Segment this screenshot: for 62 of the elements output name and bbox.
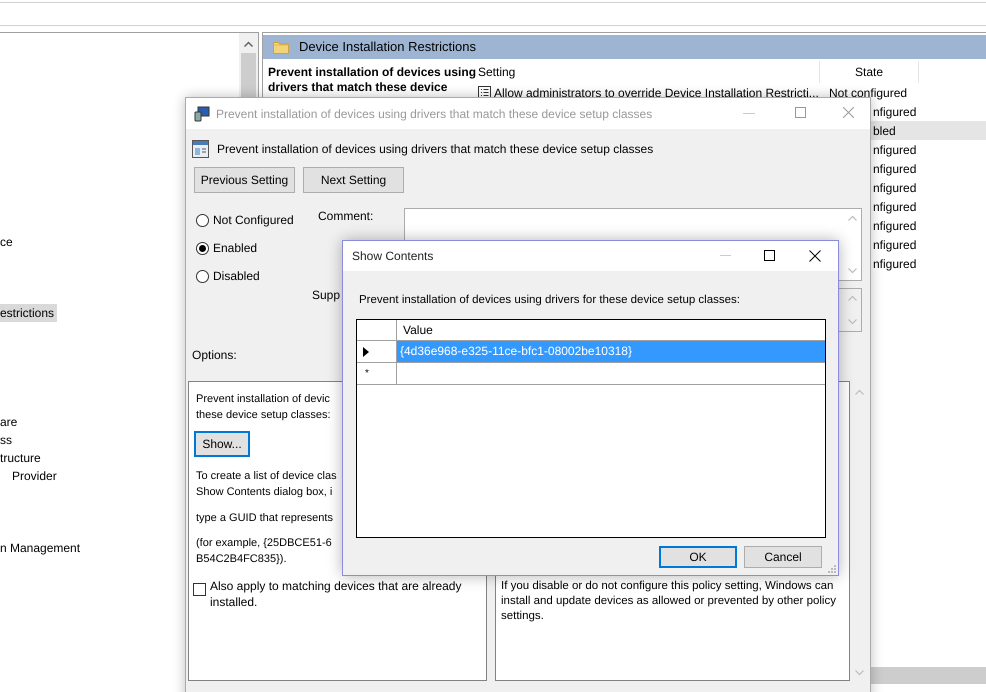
tree-item[interactable]: tructure: [0, 449, 41, 467]
option-text: type a GUID that represents: [196, 511, 333, 526]
state-text: nfigured: [873, 236, 916, 254]
state-text: bled: [873, 122, 896, 140]
dialog-button[interactable]: OK: [659, 546, 737, 568]
nav-button[interactable]: Previous Setting: [194, 167, 295, 193]
scrollbar-thumb[interactable]: [871, 667, 986, 684]
close-icon[interactable]: [809, 250, 821, 262]
tree-item[interactable]: n Management: [0, 539, 80, 557]
radio-button[interactable]: [196, 270, 209, 282]
setting-name: Allow administrators to override Device Installation Restricti...: [494, 84, 819, 102]
section-label: Options:: [192, 347, 237, 364]
field-label: Comment:: [318, 208, 374, 225]
tree-item[interactable]: ce: [0, 233, 13, 251]
dialog-heading: Prevent installation of devices using drivers that match these device setup classes: [217, 141, 654, 158]
maximize-icon[interactable]: [764, 250, 775, 261]
state-text: nfigured: [873, 198, 916, 216]
state-text: nfigured: [873, 104, 916, 120]
folder-icon: [273, 40, 289, 54]
radio-label: Enabled: [213, 240, 258, 257]
chevron-down-icon[interactable]: [848, 268, 857, 274]
description-text: drivers that match these device: [268, 80, 448, 95]
show-button[interactable]: Show...: [194, 431, 250, 457]
tree-item[interactable]: estrictions: [0, 304, 58, 322]
window-title: Prevent installation of devices using drivers that match these device setup classes: [216, 106, 652, 122]
computer-icon: [194, 106, 210, 122]
window-icon: [192, 140, 209, 158]
state-text: Not configured: [829, 84, 908, 102]
new-row-marker: *: [365, 368, 369, 379]
option-text: To create a list of device clas Show Contents dialog box, i: [196, 469, 337, 500]
radio-button[interactable]: [196, 242, 209, 254]
radio-label: Disabled: [213, 268, 260, 285]
resize-grip-icon[interactable]: [828, 565, 836, 573]
option-text: (for example, {25DBCE51-6 B54C2B4FC835}).: [196, 536, 332, 567]
chevron-up-icon[interactable]: [244, 41, 253, 47]
option-text: Prevent installation of devic these device setup classes:: [196, 392, 331, 423]
field-label: Supp: [312, 287, 340, 304]
description-text: Prevent installation of devices using: [268, 65, 473, 80]
dialog-button[interactable]: Cancel: [744, 546, 822, 568]
column-header[interactable]: Value: [397, 320, 433, 340]
tree-item[interactable]: are: [0, 413, 18, 431]
section-title: Device Installation Restrictions: [299, 38, 476, 56]
state-text: nfigured: [873, 256, 916, 272]
checkbox-label: Also apply to matching devices that are already installed.: [210, 578, 462, 610]
row-pointer-icon: [363, 346, 369, 356]
tree-item[interactable]: ss: [0, 431, 12, 449]
radio-label: Not Configured: [213, 212, 294, 229]
minimize-icon[interactable]: [743, 113, 755, 114]
state-text: nfigured: [873, 180, 916, 196]
state-text: nfigured: [873, 218, 916, 234]
tree-item[interactable]: Provider: [12, 467, 57, 485]
chevron-down-icon[interactable]: [855, 670, 864, 676]
prompt-text: Prevent installation of devices using drivers for these device setup classes:: [359, 293, 740, 308]
minimize-icon[interactable]: [720, 255, 731, 256]
state-text: nfigured: [873, 142, 916, 158]
radio-button[interactable]: [196, 214, 209, 226]
state-text: nfigured: [873, 160, 916, 178]
help-text: If you disable or do not configure this policy setting, Windows can install and update devices as allowed or prevented by other policy settings.: [501, 579, 837, 624]
chevron-down-icon[interactable]: [848, 319, 857, 325]
nav-button[interactable]: Next Setting: [303, 167, 404, 193]
window-title: Show Contents: [352, 248, 434, 265]
checkbox[interactable]: [193, 583, 206, 596]
